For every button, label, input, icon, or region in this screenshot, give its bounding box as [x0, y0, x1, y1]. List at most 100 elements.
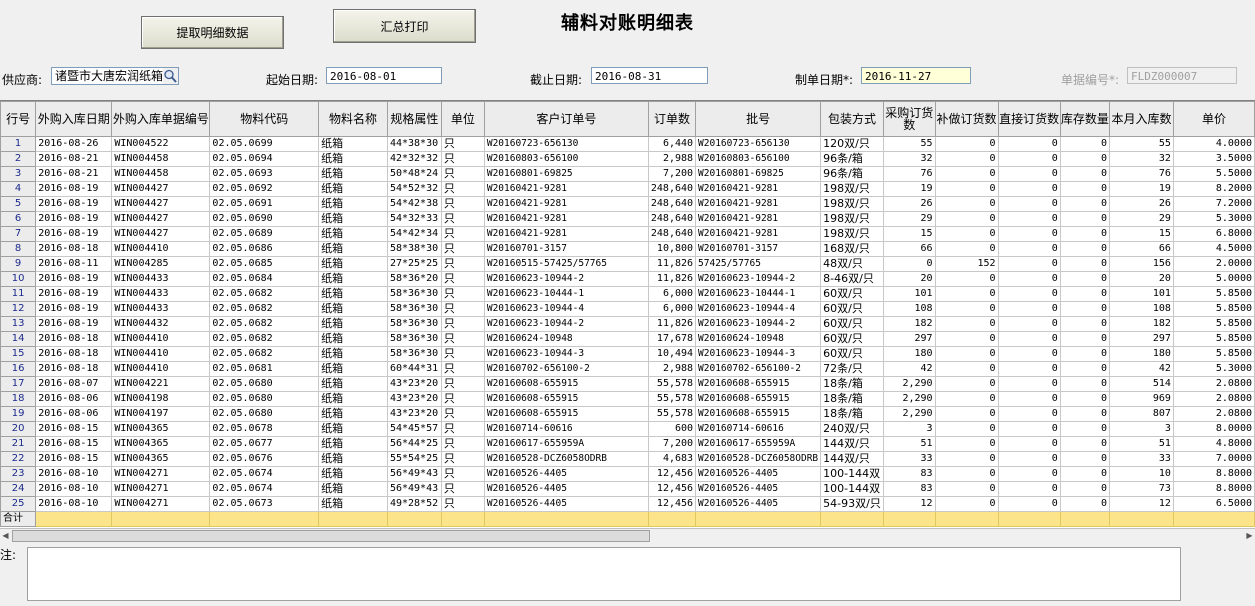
table-cell[interactable]: 2016-08-10	[35, 481, 113, 497]
table-cell[interactable]: 100-144双	[820, 481, 884, 497]
table-cell[interactable]: W20160421-9281	[695, 211, 822, 227]
table-cell[interactable]: 198双/只	[820, 226, 884, 242]
arrow-right-icon[interactable]: ▶	[1244, 530, 1255, 541]
table-cell[interactable]: 0	[1059, 211, 1111, 227]
table-cell[interactable]: 02.05.0682	[209, 331, 320, 347]
table-cell[interactable]: 0	[934, 346, 999, 362]
table-cell[interactable]: 55	[882, 136, 936, 152]
table-cell[interactable]: 54*42*38	[386, 196, 442, 212]
column-header[interactable]: 物料名称	[318, 101, 388, 137]
table-cell[interactable]: 0	[997, 361, 1061, 377]
table-cell[interactable]: 6,000	[647, 286, 697, 302]
table-cell[interactable]: 0	[1059, 151, 1111, 167]
table-cell[interactable]: 3	[882, 421, 936, 437]
table-cell[interactable]: 11,826	[647, 271, 697, 287]
table-row[interactable]: 25 2016-08-10 WIN004271 02.05.0673 纸箱 49*28*5…	[0, 496, 1255, 512]
table-cell[interactable]: W20160623-10944-2	[695, 271, 822, 287]
table-cell[interactable]: W20160623-10944-3	[483, 346, 649, 362]
table-cell[interactable]: 297	[1109, 331, 1174, 347]
table-cell[interactable]: 0	[997, 331, 1061, 347]
table-cell[interactable]: 182	[1109, 316, 1174, 332]
table-cell[interactable]: W20160701-3157	[695, 241, 822, 257]
table-cell[interactable]: 248,640	[647, 211, 697, 227]
table-cell[interactable]: 02.05.0677	[209, 436, 320, 452]
column-header[interactable]: 批号	[695, 101, 822, 137]
table-cell[interactable]: 纸箱	[318, 361, 388, 377]
table-cell[interactable]: 2016-08-19	[35, 196, 113, 212]
table-cell[interactable]: 26	[882, 196, 936, 212]
table-cell[interactable]: 0	[997, 376, 1061, 392]
table-row[interactable]: 1 2016-08-26 WIN004522 02.05.0699 纸箱 44*38*30…	[0, 136, 1255, 152]
table-cell[interactable]: WIN004365	[111, 436, 211, 452]
table-cell[interactable]: 0	[1059, 136, 1111, 152]
table-cell[interactable]: 2016-08-11	[35, 256, 113, 272]
table-cell[interactable]: 2016-08-18	[35, 331, 113, 347]
table-cell[interactable]: 32	[882, 151, 936, 167]
table-cell[interactable]: 58*36*30	[386, 331, 442, 347]
table-cell[interactable]: 纸箱	[318, 211, 388, 227]
table-cell[interactable]: 3.5000	[1172, 151, 1255, 167]
table-cell[interactable]: 29	[1109, 211, 1174, 227]
table-cell[interactable]: 0	[934, 391, 999, 407]
table-cell[interactable]: 12	[1109, 496, 1174, 512]
table-cell[interactable]: 02.05.0691	[209, 196, 320, 212]
table-cell[interactable]: 0	[934, 331, 999, 347]
table-cell[interactable]: 2016-08-19	[35, 316, 113, 332]
table-cell[interactable]: WIN004427	[111, 181, 211, 197]
table-cell[interactable]: 152	[934, 256, 999, 272]
column-header[interactable]: 补做订货数	[934, 101, 999, 137]
table-cell[interactable]: 只	[440, 211, 485, 227]
column-header[interactable]: 采购订货数	[882, 101, 936, 137]
table-cell[interactable]: W20160624-10948	[695, 331, 822, 347]
table-cell[interactable]: 0	[1059, 196, 1111, 212]
table-cell[interactable]: 12,456	[647, 481, 697, 497]
detail-grid[interactable]: 行号 外购入库日期 外购入库单据编号 物料代码 物料名称 规格属性 单位 客户订…	[0, 100, 1255, 528]
table-cell[interactable]: 0	[934, 151, 999, 167]
table-cell[interactable]: 0	[934, 451, 999, 467]
table-cell[interactable]: 51	[882, 436, 936, 452]
table-row[interactable]: 13 2016-08-19 WIN004432 02.05.0682 纸箱 58*36*3…	[0, 316, 1255, 332]
table-cell[interactable]: 19	[882, 181, 936, 197]
table-cell[interactable]: 0	[997, 391, 1061, 407]
table-cell[interactable]: 0	[934, 361, 999, 377]
table-cell[interactable]: 96条/箱	[820, 166, 884, 182]
table-cell[interactable]: W20160608-655915	[695, 391, 822, 407]
table-row[interactable]: 3 2016-08-21 WIN004458 02.05.0693 纸箱 50*48*24…	[0, 166, 1255, 182]
table-cell[interactable]: 0	[934, 406, 999, 422]
table-cell[interactable]: 54*32*33	[386, 211, 442, 227]
table-row[interactable]: 22 2016-08-15 WIN004365 02.05.0676 纸箱 55*54*2…	[0, 451, 1255, 467]
table-cell[interactable]: 180	[882, 346, 936, 362]
table-cell[interactable]: 2016-08-26	[35, 136, 113, 152]
table-cell[interactable]: 3	[1109, 421, 1174, 437]
column-header[interactable]: 外购入库单据编号	[111, 101, 211, 137]
table-row[interactable]: 23 2016-08-10 WIN004271 02.05.0674 纸箱 56*49*4…	[0, 466, 1255, 482]
table-cell[interactable]: 108	[882, 301, 936, 317]
table-cell[interactable]: 0	[1059, 271, 1111, 287]
table-cell[interactable]: W20160608-655915	[483, 406, 649, 422]
table-cell[interactable]: 纸箱	[318, 286, 388, 302]
table-cell[interactable]: 只	[440, 226, 485, 242]
table-cell[interactable]: 6.5000	[1172, 496, 1255, 512]
table-cell[interactable]: 12	[882, 496, 936, 512]
table-cell[interactable]: 60双/只	[820, 331, 884, 347]
table-row[interactable]: 12 2016-08-19 WIN004433 02.05.0682 纸箱 58*36*3…	[0, 301, 1255, 317]
table-cell[interactable]: WIN004271	[111, 496, 211, 512]
table-cell[interactable]: W20160623-10944-2	[695, 316, 822, 332]
table-cell[interactable]: 96条/箱	[820, 151, 884, 167]
table-cell[interactable]: 2016-08-18	[35, 346, 113, 362]
table-cell[interactable]: 2016-08-19	[35, 271, 113, 287]
table-cell[interactable]: W20160526-4405	[483, 466, 649, 482]
column-header[interactable]: 包装方式	[820, 101, 884, 137]
magnifier-icon[interactable]	[163, 68, 178, 84]
table-cell[interactable]: 02.05.0674	[209, 466, 320, 482]
table-cell[interactable]: 02.05.0682	[209, 346, 320, 362]
table-cell[interactable]: WIN004221	[111, 376, 211, 392]
table-cell[interactable]: 0	[997, 406, 1061, 422]
column-header[interactable]: 客户订单号	[483, 101, 649, 137]
table-cell[interactable]: W20160617-655959A	[483, 436, 649, 452]
table-cell[interactable]: 纸箱	[318, 316, 388, 332]
table-cell[interactable]: W20160702-656100-2	[483, 361, 649, 377]
table-cell[interactable]: WIN004410	[111, 241, 211, 257]
table-cell[interactable]: 11,826	[647, 316, 697, 332]
table-cell[interactable]: W20160608-655915	[695, 406, 822, 422]
